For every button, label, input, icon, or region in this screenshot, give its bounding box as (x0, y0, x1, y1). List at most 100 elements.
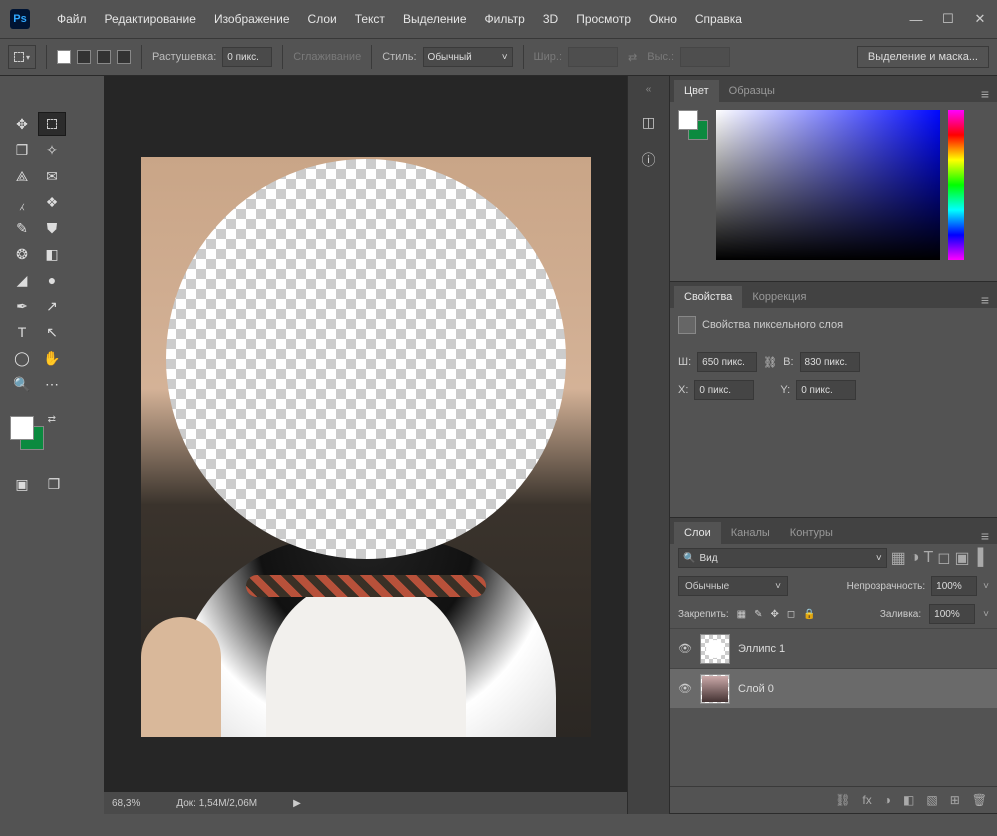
blur-tool[interactable]: ● (38, 268, 66, 292)
zoom-level[interactable]: 68,3% (112, 798, 140, 809)
color-panel-swatches[interactable] (678, 110, 708, 140)
eye-icon[interactable]: 👁 (678, 642, 692, 655)
tab-properties[interactable]: Свойства (674, 286, 742, 308)
direct-select-tool[interactable]: ↖ (38, 320, 66, 344)
type-tool[interactable]: T (8, 320, 36, 344)
new-layer-icon[interactable]: ⊞ (950, 793, 960, 807)
menu-select[interactable]: Выделение (394, 12, 476, 26)
menu-image[interactable]: Изображение (205, 12, 299, 26)
move-tool[interactable]: ✥ (8, 112, 36, 136)
menu-layers[interactable]: Слои (299, 12, 346, 26)
menu-window[interactable]: Окно (640, 12, 686, 26)
color-panel-menu-icon[interactable]: ≡ (973, 86, 997, 102)
lock-all-icon[interactable]: 🔒 (803, 609, 815, 620)
filter-smart-icon[interactable]: ▣ (955, 548, 970, 568)
tab-swatches[interactable]: Образцы (719, 80, 785, 102)
tab-adjustments[interactable]: Коррекция (742, 286, 816, 308)
patch-tool[interactable]: ❖ (38, 190, 66, 214)
swap-wh-icon: ⇄ (628, 51, 637, 64)
selection-intersect-icon[interactable] (117, 50, 131, 64)
window-minimize[interactable]: — (901, 8, 931, 30)
filter-image-icon[interactable]: ▦ (891, 548, 906, 568)
lasso-tool[interactable]: ❐ (8, 138, 36, 162)
window-maximize[interactable]: ☐ (933, 8, 963, 30)
window-close[interactable]: ✕ (965, 8, 995, 30)
menu-view[interactable]: Просмотр (567, 12, 640, 26)
doc-status-arrow[interactable]: ▶ (293, 798, 301, 809)
eyedropper-tool[interactable]: ⁁ (8, 190, 36, 214)
layer-filter-select[interactable]: 🔍Вид˅ (678, 548, 887, 568)
filter-shape-icon[interactable]: ◻ (937, 548, 950, 568)
brush-tool[interactable]: ✎ (8, 216, 36, 240)
tab-layers[interactable]: Слои (674, 522, 721, 544)
eraser-tool[interactable]: ◧ (38, 242, 66, 266)
stamp-tool[interactable]: ⛊ (38, 216, 66, 240)
lock-position-icon[interactable]: ✥ (771, 609, 779, 620)
link-wh-icon[interactable]: ⛓ (763, 356, 777, 369)
lock-brush-icon[interactable]: ✎ (754, 609, 762, 620)
lock-pixels-icon[interactable]: ▦ (737, 609, 746, 620)
menu-3d[interactable]: 3D (534, 12, 567, 26)
history-brush-tool[interactable]: ❂ (8, 242, 36, 266)
fx-icon[interactable]: fx (862, 793, 871, 807)
group-icon[interactable]: ▧ (926, 793, 937, 807)
x-value[interactable]: 0 пикс. (694, 380, 754, 400)
zoom-tool[interactable]: 🔍 (8, 372, 36, 396)
width-value[interactable]: 650 пикс. (697, 352, 757, 372)
hue-slider[interactable] (948, 110, 964, 260)
select-and-mask-button[interactable]: Выделение и маска... (857, 46, 989, 68)
screen-mode-icon[interactable]: ❐ (40, 472, 68, 496)
filter-adjust-icon[interactable]: ◑ (910, 549, 920, 567)
menu-text[interactable]: Текст (346, 12, 394, 26)
blend-mode-select[interactable]: Обычные˅ (678, 576, 788, 596)
filter-type-icon[interactable]: T (923, 549, 933, 567)
fill-value[interactable]: 100% (929, 604, 975, 624)
eye-icon[interactable]: 👁 (678, 682, 692, 695)
marquee-tool[interactable] (38, 112, 66, 136)
y-value[interactable]: 0 пикс. (796, 380, 856, 400)
quickmask-icon[interactable]: ▣ (8, 472, 36, 496)
selection-new-icon[interactable] (57, 50, 71, 64)
tab-paths[interactable]: Контуры (780, 522, 843, 544)
menu-edit[interactable]: Редактирование (96, 12, 205, 26)
mask-icon[interactable]: ◑ (884, 793, 891, 807)
menu-help[interactable]: Справка (686, 12, 751, 26)
layer-row[interactable]: 👁 Эллипс 1 (670, 628, 997, 668)
feather-input[interactable]: 0 пикс. (222, 47, 272, 67)
mini-history-icon[interactable]: ◫ (638, 111, 660, 133)
selection-add-icon[interactable] (77, 50, 91, 64)
tab-channels[interactable]: Каналы (721, 522, 780, 544)
tab-color[interactable]: Цвет (674, 80, 719, 102)
mini-info-icon[interactable]: ⓘ (638, 149, 660, 171)
link-layers-icon[interactable]: ⛓ (835, 793, 850, 807)
style-select[interactable]: Обычный˅ (423, 47, 513, 67)
trash-icon[interactable]: 🗑 (972, 793, 987, 807)
menu-file[interactable]: Файл (48, 12, 96, 26)
hand-tool[interactable]: ✋ (38, 346, 66, 370)
height-value[interactable]: 830 пикс. (800, 352, 860, 372)
mini-collapse-icon[interactable]: « (646, 84, 652, 95)
gradient-tool[interactable]: ◢ (8, 268, 36, 292)
filter-toggle-icon[interactable]: ▌ (978, 549, 989, 567)
adjustment-icon[interactable]: ◧ (903, 793, 914, 807)
more-tools[interactable]: ⋯ (38, 372, 66, 396)
fg-color-swatch[interactable] (10, 416, 34, 440)
lock-artboard-icon[interactable]: ◻ (787, 609, 795, 620)
shape-tool[interactable]: ◯ (8, 346, 36, 370)
current-tool-icon[interactable]: ▾ (8, 45, 36, 69)
opacity-value[interactable]: 100% (931, 576, 977, 596)
menu-filter[interactable]: Фильтр (476, 12, 534, 26)
toolbox-colors[interactable]: ⇄ (10, 416, 50, 456)
path-select-tool[interactable]: ↗ (38, 294, 66, 318)
color-field[interactable] (716, 110, 940, 260)
magic-wand-tool[interactable]: ✧ (38, 138, 66, 162)
swap-colors-icon[interactable]: ⇄ (48, 414, 56, 425)
canvas[interactable] (104, 102, 627, 792)
crop-tool[interactable]: ⟁ (8, 164, 36, 188)
props-panel-menu-icon[interactable]: ≡ (973, 292, 997, 308)
layers-panel-menu-icon[interactable]: ≡ (973, 528, 997, 544)
selection-subtract-icon[interactable] (97, 50, 111, 64)
layer-row[interactable]: 👁 Слой 0 (670, 668, 997, 708)
pen-tool[interactable]: ✒ (8, 294, 36, 318)
slice-tool[interactable]: ✉ (38, 164, 66, 188)
